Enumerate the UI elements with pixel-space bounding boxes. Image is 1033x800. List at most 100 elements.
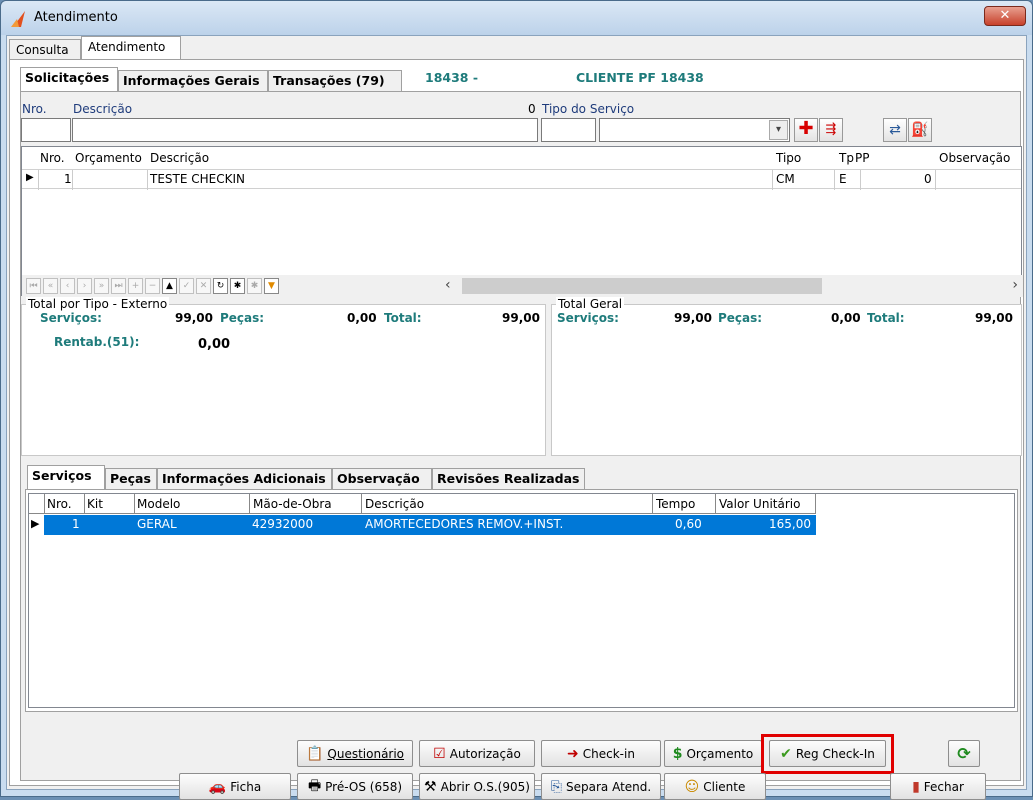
tipo-servico-select[interactable]: ▾: [599, 118, 790, 142]
edit-icon[interactable]: ▲: [162, 278, 177, 294]
zero-value: 0: [528, 102, 536, 116]
table-row[interactable]: ▶ 1 GERAL 42932000 AMORTECEDORES REMOV.+…: [29, 515, 816, 535]
separa-atend-button[interactable]: ⎘ Separa Atend.: [541, 773, 661, 800]
cliente-button[interactable]: ☺ Cliente: [664, 773, 766, 800]
filter-icon[interactable]: ▼: [264, 278, 279, 294]
questionario-label: Questionário: [327, 746, 405, 761]
app-logo-icon: [11, 11, 25, 27]
cancel-icon[interactable]: ✕: [196, 278, 211, 294]
col-svc-valor: Valor Unitário: [719, 497, 801, 511]
col-svc-nro: Nro.: [47, 497, 72, 511]
checkin-button[interactable]: ➜ Check-in: [541, 740, 661, 767]
add-icon[interactable]: ✚: [794, 118, 818, 142]
delete-icon[interactable]: −: [145, 278, 160, 294]
printer-icon: 🖶: [307, 777, 322, 794]
cell-pp: 0: [924, 172, 932, 186]
table-row[interactable]: ▶ 1 TESTE CHECKIN CM E 0: [22, 169, 1021, 190]
col-tipo: Tipo: [776, 151, 802, 165]
transfer-icon[interactable]: ⇄: [883, 118, 907, 142]
requests-grid[interactable]: Nro. Orçamento Descrição Tipo Tp PP Obse…: [21, 146, 1023, 297]
row-pointer-icon: ▶: [31, 517, 40, 530]
orcamento-button[interactable]: $ Orçamento: [664, 740, 762, 767]
questionnaire-icon: 📋: [305, 745, 324, 762]
cell-svc-nro: 1: [72, 517, 80, 531]
tab-pecas[interactable]: Peças: [105, 468, 157, 489]
services-grid[interactable]: Nro. Kit Modelo Mão-de-Obra Descrição Te…: [28, 493, 1015, 708]
user-icon: ☺: [684, 778, 700, 795]
tab-transacoes[interactable]: Transações (79): [268, 70, 402, 91]
door-exit-icon: ▮: [912, 778, 920, 795]
prev-icon[interactable]: ‹: [60, 278, 75, 294]
scroll-left-icon[interactable]: ‹: [445, 277, 451, 293]
autorizacao-button[interactable]: ☑ Autorização: [419, 740, 535, 767]
geral-total-value: 99,00: [975, 311, 1013, 325]
atendimento-window: Atendimento ✕ Consulta Atendimento Solic…: [0, 0, 1033, 800]
total-por-tipo-box: Total por Tipo - Externo Serviços: 99,00…: [21, 297, 546, 456]
add-multiple-icon[interactable]: ⇶: [819, 118, 843, 142]
cell-svc-valor: 165,00: [769, 517, 811, 531]
car-icon: 🚗: [208, 778, 227, 795]
col-tp: Tp: [839, 151, 854, 165]
descricao-label: Descrição: [73, 102, 133, 116]
questionario-button[interactable]: 📋 Questionário: [297, 740, 413, 767]
scroll-thumb[interactable]: [462, 278, 822, 294]
separa-atend-label: Separa Atend.: [566, 779, 652, 794]
col-nro: Nro.: [40, 151, 65, 165]
checkin-label: Check-in: [582, 746, 635, 761]
tab-revisoes-realizadas[interactable]: Revisões Realizadas: [432, 468, 585, 489]
oil-can-icon[interactable]: ⛽: [908, 118, 932, 142]
total-por-tipo-title: Total por Tipo - Externo: [26, 297, 170, 311]
client-name: CLIENTE PF 18438: [576, 70, 704, 85]
col-observacao: Observação: [939, 151, 1011, 165]
cell-svc-tempo: 0,60: [675, 517, 702, 531]
chevron-down-icon[interactable]: ▾: [769, 120, 788, 140]
insert-icon[interactable]: +: [128, 278, 143, 294]
reg-checkin-button[interactable]: ✔ Reg Check-In: [769, 740, 886, 767]
ficha-button[interactable]: 🚗 Ficha: [179, 773, 291, 800]
pre-os-button[interactable]: 🖶 Pré-OS (658): [297, 773, 413, 800]
cell-descricao: TESTE CHECKIN: [150, 172, 246, 186]
tab-informacoes-gerais[interactable]: Informações Gerais: [118, 70, 268, 91]
tab-observacao[interactable]: Observação: [332, 468, 432, 489]
nro-input[interactable]: [21, 118, 71, 142]
checkbox-icon: ☑: [433, 745, 446, 762]
fechar-label: Fechar: [923, 779, 964, 794]
prev-page-icon[interactable]: «: [43, 278, 58, 294]
solicitacoes-panel: Nro. Descrição 0 Tipo do Serviço ▾ ✚ ⇶ ⇄…: [20, 91, 1023, 800]
refresh-icon[interactable]: ↻: [213, 278, 228, 294]
refresh-button[interactable]: ⟳: [948, 740, 980, 767]
cliente-label: Cliente: [703, 779, 746, 794]
next-icon[interactable]: ›: [77, 278, 92, 294]
scroll-right-icon[interactable]: ›: [1012, 277, 1018, 293]
next-page-icon[interactable]: »: [94, 278, 109, 294]
col-pp: PP: [855, 151, 870, 165]
nro-label: Nro.: [22, 102, 47, 116]
abrir-os-button[interactable]: ⚒ Abrir O.S.(905): [419, 773, 535, 800]
goto-bookmark-icon[interactable]: ✱: [247, 278, 262, 294]
title-bar: Atendimento ✕: [1, 1, 1032, 35]
tab-consulta[interactable]: Consulta: [9, 39, 81, 60]
window-client-area: Consulta Atendimento Solicitações Inform…: [6, 35, 1027, 800]
total-geral-title: Total Geral: [556, 297, 625, 311]
tab-atendimento[interactable]: Atendimento: [81, 36, 181, 61]
cell-tp: E: [839, 172, 847, 186]
tipo-servico-code-input[interactable]: [541, 118, 596, 142]
close-button[interactable]: ✕: [984, 6, 1026, 26]
col-descricao: Descrição: [150, 151, 210, 165]
fechar-button[interactable]: ▮ Fechar: [890, 773, 986, 800]
descricao-input[interactable]: [72, 118, 538, 142]
tab-informacoes-adicionais[interactable]: Informações Adicionais: [157, 468, 332, 489]
last-page-icon[interactable]: ⏭: [111, 278, 126, 294]
cell-tipo: CM: [776, 172, 795, 186]
post-icon[interactable]: ✓: [179, 278, 194, 294]
tab-servicos[interactable]: Serviços: [27, 465, 105, 490]
horizontal-scrollbar[interactable]: ‹ ›: [440, 275, 1023, 297]
tipo-servico-label: Tipo do Serviço: [542, 102, 635, 116]
col-svc-tempo: Tempo: [656, 497, 696, 511]
orcamento-label: Orçamento: [686, 746, 754, 761]
bookmark-icon[interactable]: ✱: [230, 278, 245, 294]
first-page-icon[interactable]: ⏮: [26, 278, 41, 294]
checkin-icon: ➜: [567, 745, 579, 762]
pecas-value: 0,00: [347, 311, 377, 325]
tab-solicitacoes[interactable]: Solicitações: [20, 67, 118, 92]
